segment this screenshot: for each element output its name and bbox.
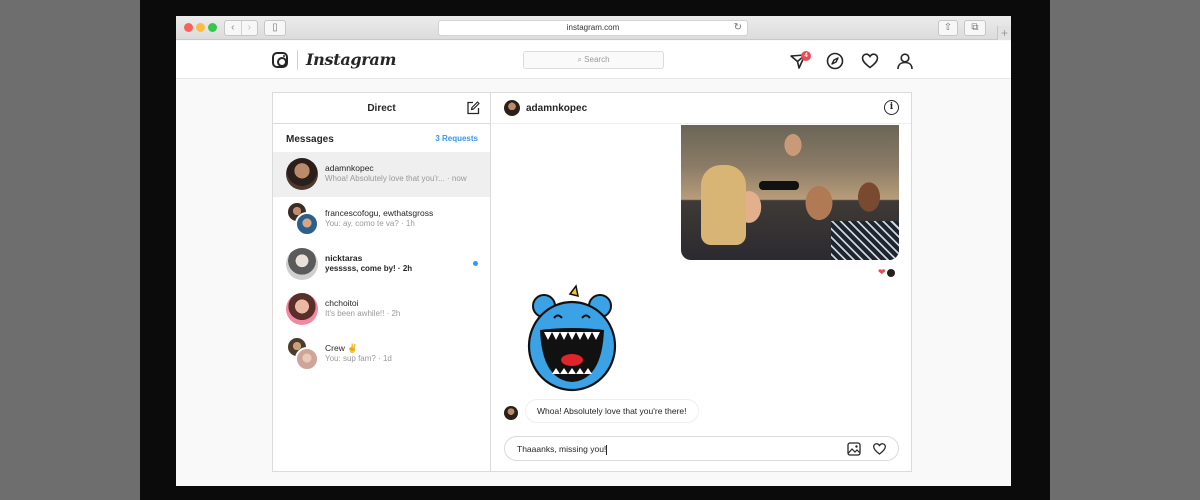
search-icon: ⌕ xyxy=(577,55,582,64)
direct-panel: Direct Messages 3 Requests adamnkopec Wh… xyxy=(272,92,912,472)
messages-header: Messages 3 Requests xyxy=(273,124,490,152)
forward-button[interactable]: › xyxy=(240,21,258,35)
shared-photo[interactable] xyxy=(681,125,899,260)
instagram-wordmark[interactable]: Instagram xyxy=(306,50,396,69)
tabs-overview-button[interactable]: ⧉ xyxy=(964,20,986,36)
avatar xyxy=(286,293,318,325)
browser-window: ‹ › ▯ instagram.com ↻ ⇧ ⧉ + Instagram ⌕ … xyxy=(176,16,1011,486)
new-tab-button[interactable]: + xyxy=(997,26,1011,40)
message-input-text: Thaaanks, missing you! xyxy=(517,444,608,455)
conversation-item[interactable]: francescofogu, ewthatsgross You: ay, com… xyxy=(273,197,490,242)
text-caret xyxy=(606,444,608,455)
conversation-name: nicktaras xyxy=(325,253,363,263)
message-reactions[interactable]: ❤ xyxy=(878,267,895,278)
photo-detail xyxy=(759,181,799,190)
avatar xyxy=(504,406,518,420)
thread-username[interactable]: adamnkopec xyxy=(526,103,587,114)
avatar xyxy=(295,347,319,371)
conversation-preview: You: ay, como te va? · 1h xyxy=(325,219,415,228)
history-buttons: ‹ › xyxy=(224,20,258,36)
reaction-heart-icon: ❤ xyxy=(878,267,886,277)
reload-icon[interactable]: ↻ xyxy=(734,21,742,35)
thread-header: adamnkopec i xyxy=(492,93,911,124)
address-bar[interactable]: instagram.com ↻ xyxy=(438,20,748,36)
avatar xyxy=(886,268,895,277)
notification-badge: 4 xyxy=(801,51,811,61)
image-icon[interactable] xyxy=(847,442,861,456)
search-placeholder: Search xyxy=(584,55,610,64)
conversation-item[interactable]: nicktaras yesssss, come by! · 2h xyxy=(273,242,490,287)
direct-header: Direct xyxy=(273,93,490,124)
camera-icon[interactable] xyxy=(272,52,288,68)
share-button[interactable]: ⇧ xyxy=(938,20,958,36)
heart-icon[interactable] xyxy=(872,442,887,456)
conversation-preview: Whoa! Absolutely love that you'r... · no… xyxy=(325,174,467,183)
avatar xyxy=(286,158,318,190)
unread-indicator xyxy=(473,261,478,266)
sidebar-toggle-button[interactable]: ▯ xyxy=(264,20,286,36)
avatar[interactable] xyxy=(504,100,520,116)
conversation-preview: yesssss, come by! · 2h xyxy=(325,264,413,273)
conversation-name: Crew ✌️ xyxy=(325,343,358,353)
direct-title: Direct xyxy=(367,103,396,114)
avatar xyxy=(286,248,318,280)
heart-icon[interactable] xyxy=(861,52,879,70)
conversation-name: francescofogu, ewthatsgross xyxy=(325,208,434,218)
info-icon[interactable]: i xyxy=(884,100,899,115)
profile-icon[interactable] xyxy=(896,52,914,70)
conversation-item[interactable]: Crew ✌️ You: sup fam? · 1d xyxy=(273,332,490,377)
minimize-window-button[interactable] xyxy=(196,23,205,32)
desk-background-left xyxy=(0,0,140,500)
conversation-item[interactable]: adamnkopec Whoa! Absolutely love that yo… xyxy=(273,152,490,197)
zoom-window-button[interactable] xyxy=(208,23,217,32)
photo-detail xyxy=(831,221,899,260)
compass-icon[interactable] xyxy=(826,52,844,70)
back-button[interactable]: ‹ xyxy=(225,21,241,35)
laughing-monster-sticker[interactable] xyxy=(526,284,618,392)
url-text: instagram.com xyxy=(566,23,620,32)
close-window-button[interactable] xyxy=(184,23,193,32)
message-input[interactable]: Thaaanks, missing you! xyxy=(504,436,899,461)
search-input[interactable]: ⌕ Search xyxy=(523,51,664,69)
logo-divider xyxy=(297,50,298,70)
requests-link[interactable]: 3 Requests xyxy=(435,134,478,143)
avatar xyxy=(295,212,319,236)
desk-background-right xyxy=(1050,0,1200,500)
incoming-message-bubble[interactable]: Whoa! Absolutely love that you're there! xyxy=(525,399,699,423)
instagram-header: Instagram ⌕ Search 4 xyxy=(176,41,1011,79)
conversation-name: adamnkopec xyxy=(325,163,374,173)
photo-detail xyxy=(701,165,746,245)
conversation-preview: It's been awhile!! · 2h xyxy=(325,309,401,318)
message-thread: adamnkopec i ❤ Whoa! Absolutely love tha… xyxy=(492,93,911,471)
conversation-list-panel: Direct Messages 3 Requests adamnkopec Wh… xyxy=(273,93,491,471)
conversation-name: chchoitoi xyxy=(325,298,359,308)
compose-icon[interactable] xyxy=(466,101,480,115)
conversation-preview: You: sup fam? · 1d xyxy=(325,354,392,363)
browser-toolbar: ‹ › ▯ instagram.com ↻ ⇧ ⧉ + xyxy=(176,16,1011,40)
conversation-item[interactable]: chchoitoi It's been awhile!! · 2h xyxy=(273,287,490,332)
messages-label: Messages xyxy=(286,134,334,145)
